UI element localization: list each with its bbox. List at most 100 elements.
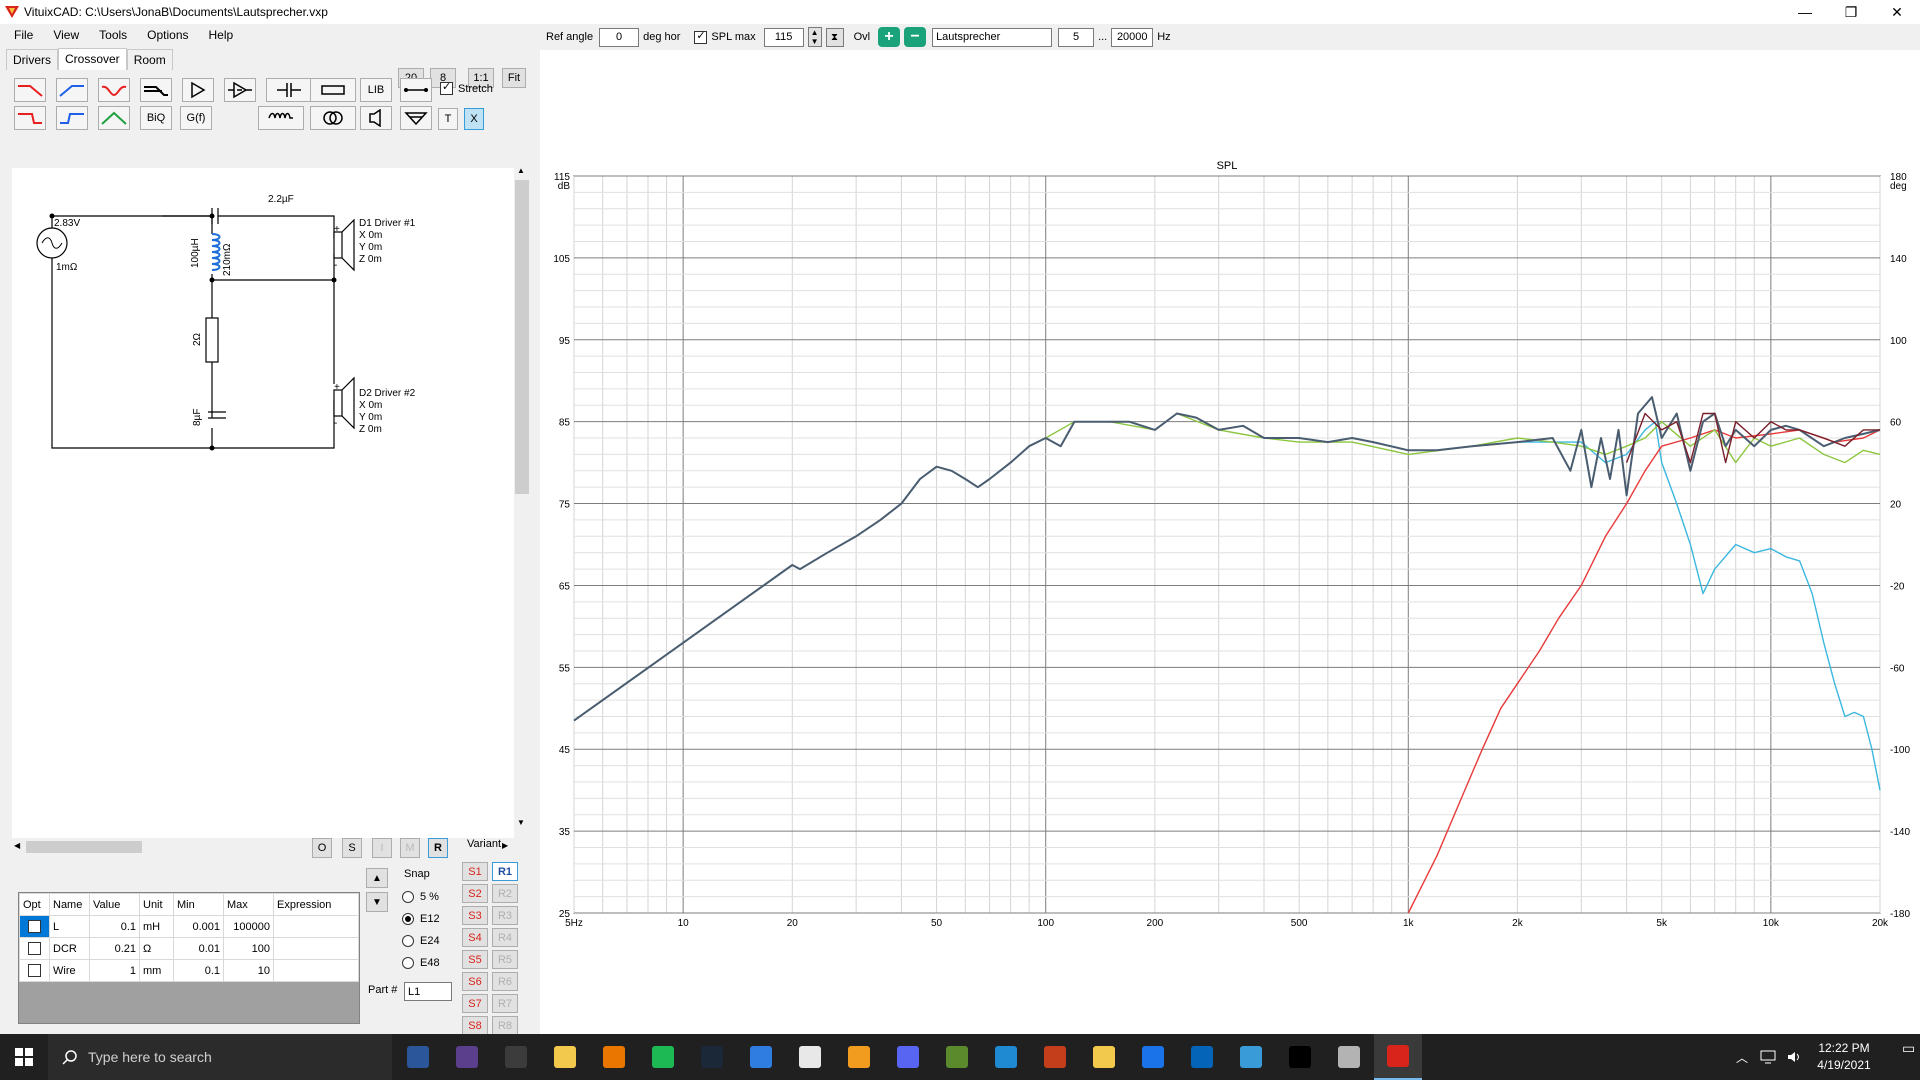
spl-max-spinner[interactable]: ▲ ▼ (807, 27, 822, 47)
driver2-symbol[interactable] (333, 389, 343, 417)
opt-o-button[interactable]: O (312, 838, 332, 858)
opt-r-button[interactable]: R (428, 838, 448, 858)
outlook-icon[interactable] (1178, 1034, 1226, 1080)
scroll-down-icon[interactable]: ▼ (517, 818, 525, 827)
gf-button[interactable]: G(f) (180, 106, 212, 130)
table-row[interactable]: DCR 0.21 Ω 0.01 100 (19, 937, 359, 960)
tab-room[interactable]: Room (126, 49, 173, 70)
variant-s7-button[interactable]: S7 (462, 994, 488, 1013)
terminal-icon[interactable] (1276, 1034, 1324, 1080)
app-bird-icon[interactable] (1080, 1034, 1128, 1080)
opt-cell[interactable] (19, 915, 50, 938)
freq-to-input[interactable]: 20000 (1111, 27, 1154, 47)
name-cell[interactable]: DCR (49, 937, 90, 960)
snap-option-e24[interactable]: E24 (402, 930, 440, 952)
menu-view[interactable]: View (53, 28, 79, 42)
transformer-button[interactable] (310, 106, 356, 130)
resistor-button[interactable] (310, 78, 356, 102)
opt-cell[interactable] (19, 937, 50, 960)
variant-s8-button[interactable]: S8 (462, 1016, 488, 1035)
snap-option-e48[interactable]: E48 (402, 952, 440, 974)
vituixcad-taskbar-icon[interactable] (1374, 1034, 1422, 1080)
opt-checkbox[interactable] (28, 964, 41, 977)
amplifier-button[interactable] (182, 78, 214, 102)
ground-button[interactable] (400, 106, 432, 130)
highpass-blue-filter-button[interactable] (56, 78, 88, 102)
spl-chart-area[interactable]: 5Hz 10 20 50 100 200 500 1k 2k 5k 10k 20k 25 35 45 55 65… (540, 50, 1920, 1034)
spl-max-input[interactable]: 115 (763, 27, 804, 47)
scroll-up-icon[interactable]: ▲ (517, 166, 525, 175)
steam-icon[interactable] (688, 1034, 736, 1080)
move-down-button[interactable]: ▼ (366, 892, 388, 912)
lowpass-red-filter-button[interactable] (14, 78, 46, 102)
bandpass-filter-button[interactable] (98, 106, 130, 130)
capacitor-button[interactable] (266, 78, 312, 102)
value-cell[interactable]: 1 (89, 959, 140, 982)
chrome-icon[interactable] (1129, 1034, 1177, 1080)
wire-button[interactable] (400, 78, 432, 102)
vpn-icon[interactable] (1227, 1034, 1275, 1080)
snap-radio[interactable] (402, 913, 414, 926)
variant-s2-button[interactable]: S2 (462, 884, 488, 903)
variant-r5-button[interactable]: R5 (492, 950, 518, 969)
variant-r1-button[interactable]: R1 (492, 862, 518, 881)
obs-app-icon[interactable] (443, 1034, 491, 1080)
freq-from-input[interactable]: 5 (1058, 27, 1095, 47)
remove-overlay-button[interactable]: − (904, 27, 927, 47)
tray-chevron-icon[interactable]: ︿ (1736, 1049, 1748, 1066)
expression-cell[interactable] (273, 937, 359, 960)
powerpoint-icon[interactable] (1031, 1034, 1079, 1080)
snap-option-5pct[interactable]: 5 % (402, 886, 440, 908)
opt-i-button[interactable]: I (372, 838, 392, 858)
min-cell[interactable]: 0.01 (173, 937, 224, 960)
add-overlay-button[interactable]: + (878, 27, 901, 47)
snap-radio[interactable] (402, 957, 414, 970)
notifications-icon[interactable]: ▭ (1902, 1040, 1920, 1074)
min-cell[interactable]: 0.1 (173, 959, 224, 982)
inductor-symbol[interactable] (211, 233, 221, 271)
todo-icon[interactable] (737, 1034, 785, 1080)
spin-up-icon[interactable]: ▲ (811, 28, 819, 37)
network-icon[interactable] (1760, 1050, 1776, 1064)
ref-angle-input[interactable]: 0 (599, 27, 640, 47)
snap-option-e12[interactable]: E12 (402, 908, 440, 930)
opt-checkbox[interactable] (28, 942, 41, 955)
menu-tools[interactable]: Tools (99, 28, 127, 42)
resistor-symbol[interactable] (205, 317, 219, 363)
stretch-checkbox[interactable] (440, 80, 453, 95)
variant-s5-button[interactable]: S5 (462, 950, 488, 969)
name-cell[interactable]: Wire (49, 959, 90, 982)
max-cell[interactable]: 100000 (223, 915, 274, 938)
volume-icon[interactable] (1786, 1050, 1802, 1064)
inductor-button[interactable] (258, 106, 304, 130)
mp-app-icon[interactable] (492, 1034, 540, 1080)
snap-radio[interactable] (402, 935, 414, 948)
biquad-button[interactable]: BiQ (140, 106, 172, 130)
expression-cell[interactable] (273, 959, 359, 982)
variant-r3-button[interactable]: R3 (492, 906, 518, 925)
spl-max-checkbox[interactable] (694, 29, 708, 44)
spl-auto-button[interactable]: ⧗ (825, 27, 844, 47)
clock[interactable]: 12:22 PM 4/19/2021 (1804, 1040, 1884, 1074)
vscode-icon[interactable] (982, 1034, 1030, 1080)
start-button[interactable] (0, 1034, 48, 1080)
opt-m-button[interactable]: M (400, 838, 420, 858)
overlay-name-input[interactable]: Lautsprecher (932, 27, 1053, 47)
variant-r6-button[interactable]: R6 (492, 972, 518, 991)
minecraft-icon[interactable] (933, 1034, 981, 1080)
scroll-thumb[interactable] (515, 180, 529, 494)
restore-button[interactable]: ❐ (1828, 0, 1874, 24)
variant-s6-button[interactable]: S6 (462, 972, 488, 991)
spin-down-icon[interactable]: ▼ (811, 37, 819, 46)
discord-icon[interactable] (884, 1034, 932, 1080)
variant-r7-button[interactable]: R7 (492, 994, 518, 1013)
schematic-vertical-scrollbar[interactable]: ▲ ▼ (514, 164, 530, 834)
fusion-icon[interactable] (835, 1034, 883, 1080)
variant-r2-button[interactable]: R2 (492, 884, 518, 903)
schematic-canvas[interactable]: + + - - 2.83V 1mΩ 2.2µF 100µH 210mΩ 2Ω 8… (12, 168, 514, 838)
blender-icon[interactable] (590, 1034, 638, 1080)
visio-app-icon[interactable] (394, 1034, 442, 1080)
taskbar-search[interactable]: Type here to search (48, 1034, 392, 1080)
variant-r4-button[interactable]: R4 (492, 928, 518, 947)
variant-r8-button[interactable]: R8 (492, 1016, 518, 1035)
